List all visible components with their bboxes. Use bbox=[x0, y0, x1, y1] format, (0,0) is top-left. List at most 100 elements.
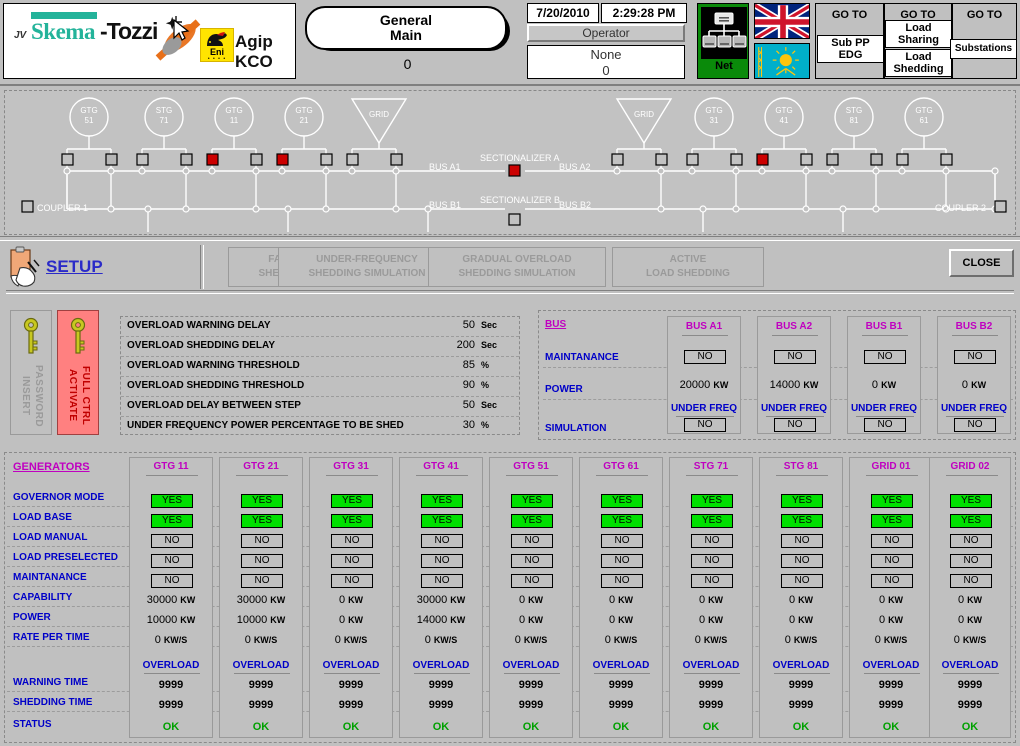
gen-load-base-field[interactable]: YES bbox=[691, 514, 733, 528]
language-flag-kz-button[interactable] bbox=[754, 43, 810, 79]
gen-load-preselected-field[interactable]: NO bbox=[781, 554, 823, 568]
gen-load-manual-field[interactable]: NO bbox=[601, 534, 643, 548]
gradual-overload-shedding-simulation-button[interactable]: GRADUAL OVERLOAD SHEDDING SIMULATION bbox=[428, 247, 606, 287]
gen-load-manual-field[interactable]: NO bbox=[950, 534, 992, 548]
bus-simulation-field[interactable]: NO bbox=[774, 418, 816, 432]
gen-power-unit: KW bbox=[348, 615, 364, 625]
activate-full-control-button[interactable]: ACTIVATE FULL CTRL bbox=[57, 310, 99, 435]
bus-maintanance-field[interactable]: NO bbox=[864, 350, 906, 364]
gen-load-manual-field[interactable]: NO bbox=[331, 534, 373, 548]
gen-load-manual-field[interactable]: NO bbox=[511, 534, 553, 548]
gen-load-base-field[interactable]: YES bbox=[241, 514, 283, 528]
param-value[interactable]: 50 bbox=[415, 399, 475, 411]
gen-shedding-time: 9999 bbox=[698, 699, 724, 711]
gen-power-number: 0 bbox=[518, 614, 526, 626]
gen-governor-mode-field[interactable]: YES bbox=[421, 494, 463, 508]
param-row[interactable]: OVERLOAD DELAY BETWEEN STEP 50 Sec bbox=[121, 397, 519, 417]
single-line-diagram[interactable]: GTG 51 STG 71 GTG 11 GTG 21 GRID GRID GTG 31 … bbox=[4, 90, 1016, 235]
gen-governor-mode-field[interactable]: YES bbox=[781, 494, 823, 508]
gen-governor-mode-field[interactable]: YES bbox=[691, 494, 733, 508]
gen-maintanance-field[interactable]: NO bbox=[511, 574, 553, 588]
gen-governor-mode-field[interactable]: YES bbox=[871, 494, 913, 508]
gen-load-manual-field[interactable]: NO bbox=[781, 534, 823, 548]
gen-load-base-field[interactable]: YES bbox=[950, 514, 992, 528]
gen-load-manual-field[interactable]: NO bbox=[871, 534, 913, 548]
insert-password-button[interactable]: INSERT PASSWORD bbox=[10, 310, 52, 435]
param-value[interactable]: 85 bbox=[415, 359, 475, 371]
gen-load-preselected-field[interactable]: NO bbox=[511, 554, 553, 568]
bus-maintanance-field[interactable]: NO bbox=[774, 350, 816, 364]
gen-load-base-field[interactable]: YES bbox=[421, 514, 463, 528]
gen-maintanance-field[interactable]: NO bbox=[241, 574, 283, 588]
gen-col-underline bbox=[946, 475, 998, 476]
bus-simulation-field[interactable]: NO bbox=[864, 418, 906, 432]
gen-governor-mode-field[interactable]: YES bbox=[241, 494, 283, 508]
operator-button[interactable]: Operator bbox=[527, 24, 685, 42]
gen-load-manual-field[interactable]: NO bbox=[241, 534, 283, 548]
gen-load-manual-field[interactable]: NO bbox=[421, 534, 463, 548]
gen-column-gtg-41: GTG 41 YES YES NO NO NO 30000 KW 14000 KW … bbox=[399, 457, 483, 738]
gen-load-manual-field[interactable]: NO bbox=[151, 534, 193, 548]
gen-governor-mode-field[interactable]: YES bbox=[601, 494, 643, 508]
gen-load-preselected-field[interactable]: NO bbox=[601, 554, 643, 568]
gen-maintanance-field[interactable]: NO bbox=[691, 574, 733, 588]
gen-governor-mode-field[interactable]: YES bbox=[511, 494, 553, 508]
gen-load-preselected-field[interactable]: NO bbox=[331, 554, 373, 568]
network-status-button[interactable]: Net bbox=[697, 3, 749, 79]
gen-governor-mode-field[interactable]: YES bbox=[151, 494, 193, 508]
page-title-button[interactable]: General Main bbox=[305, 6, 507, 50]
gen-maintanance-field[interactable]: NO bbox=[421, 574, 463, 588]
goto-subpp-edg-button[interactable]: Sub PP EDG bbox=[817, 35, 884, 63]
gen-load-preselected-field[interactable]: NO bbox=[871, 554, 913, 568]
gen-power-number: 0 bbox=[878, 614, 886, 626]
gen-load-base-field[interactable]: YES bbox=[511, 514, 553, 528]
gen-maintanance-field[interactable]: NO bbox=[151, 574, 193, 588]
gen-row-label-load-preselected: LOAD PRESELECTED bbox=[13, 552, 119, 563]
gen-load-preselected-field[interactable]: NO bbox=[950, 554, 992, 568]
gen-governor-mode-field[interactable]: YES bbox=[331, 494, 373, 508]
gen-load-base-field[interactable]: YES bbox=[871, 514, 913, 528]
param-value[interactable]: 90 bbox=[415, 379, 475, 391]
param-row[interactable]: OVERLOAD SHEDDING THRESHOLD 90 % bbox=[121, 377, 519, 397]
gen-load-preselected-field[interactable]: NO bbox=[241, 554, 283, 568]
bus-simulation-field[interactable]: NO bbox=[684, 418, 726, 432]
goto-load-shedding-button[interactable]: Load Shedding bbox=[885, 49, 952, 77]
page-number: 0 bbox=[403, 56, 412, 72]
bus-maintanance-field[interactable]: NO bbox=[954, 350, 996, 364]
bus-maintanance-field[interactable]: NO bbox=[684, 350, 726, 364]
gen-shedding-time: 9999 bbox=[158, 699, 184, 711]
language-flag-en-button[interactable] bbox=[754, 3, 810, 39]
gen-governor-mode-field[interactable]: YES bbox=[950, 494, 992, 508]
param-row[interactable]: OVERLOAD SHEDDING DELAY 200 Sec bbox=[121, 337, 519, 357]
gen-load-base-field[interactable]: YES bbox=[781, 514, 823, 528]
goto-substations-button[interactable]: Substations bbox=[950, 39, 1017, 59]
gen-load-preselected-field[interactable]: NO bbox=[151, 554, 193, 568]
gen-maintanance-field[interactable]: NO bbox=[781, 574, 823, 588]
bus-simulation-field[interactable]: NO bbox=[954, 418, 996, 432]
gen-maintanance-field[interactable]: NO bbox=[950, 574, 992, 588]
param-row[interactable]: OVERLOAD WARNING THRESHOLD 85 % bbox=[121, 357, 519, 377]
param-row[interactable]: UNDER FREQUENCY POWER PERCENTAGE TO BE S… bbox=[121, 417, 519, 436]
gen-load-base-field[interactable]: YES bbox=[151, 514, 193, 528]
param-unit: % bbox=[481, 420, 490, 430]
param-row[interactable]: OVERLOAD WARNING DELAY 50 Sec bbox=[121, 317, 519, 337]
gen-load-base-field[interactable]: YES bbox=[331, 514, 373, 528]
gen-load-manual-field[interactable]: NO bbox=[691, 534, 733, 548]
gen-rate-value: 0 KW/S bbox=[670, 634, 752, 646]
gen-maintanance-field[interactable]: NO bbox=[601, 574, 643, 588]
gen-maintanance-field[interactable]: NO bbox=[871, 574, 913, 588]
goto-load-sharing-button[interactable]: Load Sharing bbox=[885, 20, 952, 48]
param-value[interactable]: 50 bbox=[415, 319, 475, 331]
gen-capability-value: 0 KW bbox=[670, 594, 752, 606]
gen-load-preselected-field[interactable]: NO bbox=[691, 554, 733, 568]
svg-text:GRID: GRID bbox=[369, 110, 389, 119]
param-value[interactable]: 200 bbox=[415, 339, 475, 351]
gen-load-preselected-field[interactable]: NO bbox=[421, 554, 463, 568]
gen-load-base-field[interactable]: YES bbox=[601, 514, 643, 528]
gen-maintanance-field[interactable]: NO bbox=[331, 574, 373, 588]
gen-capability-value: 0 KW bbox=[930, 594, 1010, 606]
param-value[interactable]: 30 bbox=[415, 419, 475, 431]
param-label: OVERLOAD WARNING DELAY bbox=[127, 320, 271, 331]
active-load-shedding-button[interactable]: ACTIVE LOAD SHEDDING bbox=[612, 247, 764, 287]
close-button[interactable]: CLOSE bbox=[949, 249, 1014, 277]
